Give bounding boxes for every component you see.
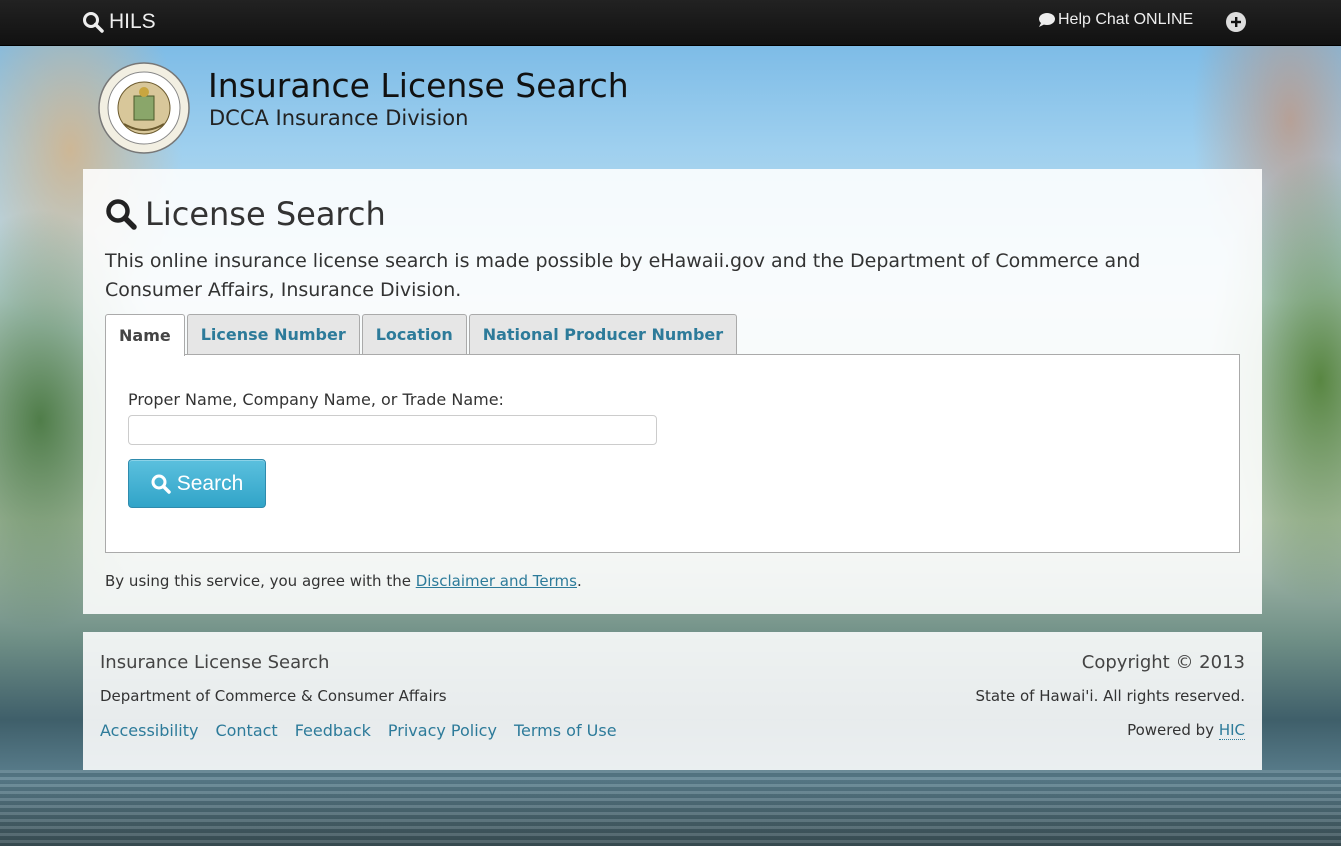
agreement-suffix: .	[576, 572, 582, 590]
page-title: License Search	[105, 195, 386, 233]
search-icon	[151, 474, 171, 494]
search-icon	[106, 199, 137, 230]
tab-name[interactable]: Name	[105, 314, 185, 356]
intro-text: This online insurance license search is …	[105, 250, 1141, 301]
search-button-label: Search	[176, 471, 244, 495]
footer-powered-by: Powered by HIC	[1127, 721, 1245, 740]
footer-department: Department of Commerce & Consumer Affair…	[100, 687, 447, 705]
footer-title: Insurance License Search	[100, 652, 330, 673]
brand-link[interactable]: HILS	[82, 9, 156, 35]
footer-rights: State of Hawai'i. All rights reserved.	[975, 687, 1246, 705]
state-seal-icon	[98, 62, 190, 154]
tab-license-number[interactable]: License Number	[186, 314, 360, 354]
help-chat-link[interactable]: Help Chat ONLINE	[1038, 11, 1193, 29]
page-title-text: License Search	[145, 195, 386, 233]
brand-text: HILS	[109, 10, 156, 33]
footer-link-privacy-policy[interactable]: Privacy Policy	[388, 721, 497, 740]
background-water	[0, 770, 1341, 846]
help-chat-label: Help Chat ONLINE	[1058, 11, 1194, 28]
site-subtitle: DCCA Insurance Division	[209, 106, 469, 130]
powered-prefix: Powered by	[1127, 721, 1219, 739]
footer-link-accessibility[interactable]: Accessibility	[100, 721, 198, 740]
search-tabs: Name License Number Location National Pr…	[105, 314, 738, 356]
footer-link-terms-of-use[interactable]: Terms of Use	[514, 721, 617, 740]
name-search-input[interactable]	[128, 415, 657, 445]
hic-link[interactable]: HIC	[1218, 721, 1245, 740]
tab-location[interactable]: Location	[361, 314, 467, 354]
footer-link-contact[interactable]: Contact	[215, 721, 277, 740]
footer-links: Accessibility Contact Feedback Privacy P…	[100, 721, 617, 740]
disclaimer-terms-link[interactable]: Disclaimer and Terms	[416, 572, 577, 590]
chat-icon	[1039, 13, 1055, 27]
site-title: Insurance License Search	[208, 66, 629, 105]
site-header: Insurance License Search DCCA Insurance …	[98, 62, 698, 162]
search-icon	[83, 12, 104, 33]
plus-circle-icon[interactable]	[1226, 12, 1246, 32]
footer-copyright: Copyright © 2013	[1081, 652, 1245, 673]
name-field-label: Proper Name, Company Name, or Trade Name…	[128, 390, 504, 409]
top-navbar: HILS Help Chat ONLINE	[0, 0, 1341, 46]
search-button[interactable]: Search	[128, 459, 266, 508]
agreement-text: By using this service, you agree with th…	[105, 572, 582, 590]
footer: Insurance License Search Department of C…	[83, 632, 1262, 770]
tab-content-name: Proper Name, Company Name, or Trade Name…	[105, 354, 1240, 553]
tab-national-producer-number[interactable]: National Producer Number	[468, 314, 738, 354]
footer-link-feedback[interactable]: Feedback	[295, 721, 371, 740]
license-search-panel: License Search This online insurance lic…	[83, 169, 1262, 614]
agreement-prefix: By using this service, you agree with th…	[105, 572, 416, 590]
